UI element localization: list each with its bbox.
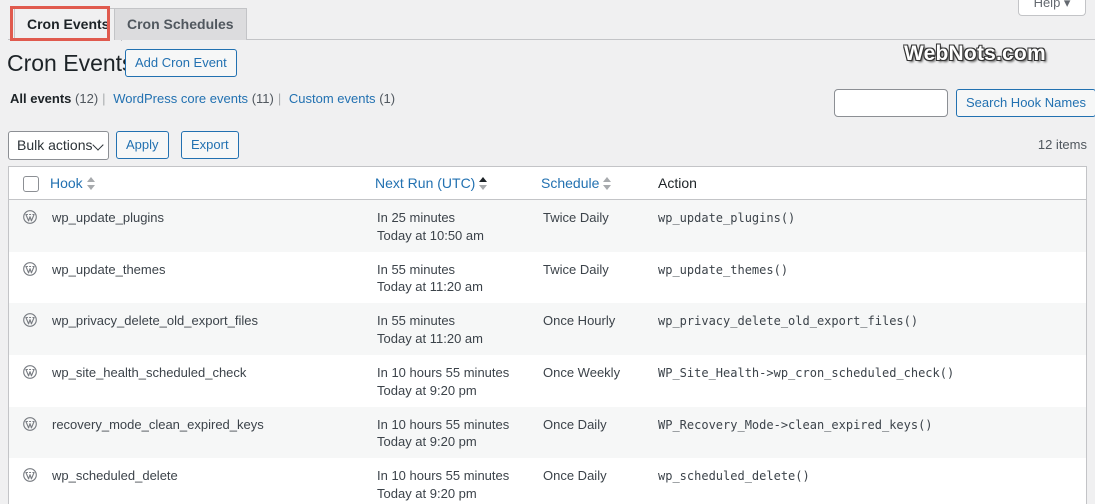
wordpress-icon bbox=[23, 261, 37, 276]
search-input[interactable] bbox=[834, 89, 948, 117]
hook-name: wp_privacy_delete_old_export_files bbox=[52, 313, 258, 329]
schedule: Twice Daily bbox=[543, 210, 609, 225]
action-callback: WP_Site_Health->wp_cron_scheduled_check(… bbox=[658, 366, 955, 381]
table-row: wp_privacy_delete_old_export_files In 55… bbox=[9, 303, 1086, 356]
table-row: wp_site_health_scheduled_check In 10 hou… bbox=[9, 355, 1086, 407]
table-row: wp_update_plugins In 25 minutes Today at … bbox=[9, 200, 1086, 252]
select-all-checkbox[interactable] bbox=[23, 176, 39, 192]
wordpress-icon bbox=[23, 313, 37, 328]
search-hook-names-button[interactable]: Search Hook Names bbox=[956, 89, 1095, 117]
schedule: Once Daily bbox=[543, 416, 607, 432]
export-button[interactable]: Export bbox=[181, 131, 239, 159]
hook-name: recovery_mode_clean_expired_keys bbox=[52, 416, 264, 432]
wordpress-icon bbox=[23, 210, 37, 224]
action-callback: wp_update_plugins() bbox=[658, 211, 796, 225]
bulk-actions-value: Bulk actions bbox=[17, 137, 93, 153]
tab-bar: Cron Events Cron Schedules bbox=[8, 6, 1095, 41]
apply-button[interactable]: Apply bbox=[116, 131, 169, 159]
filter-all-count: (12) bbox=[75, 91, 99, 106]
filter-links: All events (12) | WordPress core events (… bbox=[10, 91, 395, 106]
next-run: In 55 minutes Today at 11:20 am bbox=[377, 313, 483, 346]
hook-name: wp_scheduled_delete bbox=[52, 468, 178, 484]
filter-separator: | bbox=[277, 91, 282, 106]
page-title: Cron Events bbox=[7, 50, 134, 76]
column-next-run[interactable]: Next Run (UTC) bbox=[375, 175, 488, 191]
wordpress-icon bbox=[23, 416, 37, 431]
watermark-logo: WebNots.com bbox=[904, 42, 1046, 65]
action-callback: wp_privacy_delete_old_export_files() bbox=[658, 314, 919, 329]
table-header: Hook Next Run (UTC) Schedule Action bbox=[9, 167, 1086, 200]
action-callback: wp_scheduled_delete() bbox=[658, 469, 810, 484]
column-hook[interactable]: Hook bbox=[50, 175, 95, 191]
filter-custom-count: (1) bbox=[379, 91, 396, 106]
action-callback: WP_Recovery_Mode->clean_expired_keys() bbox=[658, 417, 933, 432]
chevron-down-icon bbox=[92, 139, 104, 151]
tab-cron-schedules[interactable]: Cron Schedules bbox=[114, 8, 247, 40]
schedule: Once Daily bbox=[543, 468, 607, 484]
column-action: Action bbox=[658, 175, 697, 191]
filter-core[interactable]: WordPress core events bbox=[113, 91, 248, 106]
tab-highlight-frame bbox=[10, 6, 110, 41]
action-callback: wp_update_themes() bbox=[658, 262, 789, 277]
sort-asc-icon bbox=[479, 177, 488, 191]
wordpress-icon bbox=[23, 468, 37, 483]
schedule: Once Hourly bbox=[543, 313, 616, 329]
table-row: wp_update_themes In 55 minutes Today at 1… bbox=[9, 252, 1086, 304]
next-run: In 25 minutes Today at 10:50 am bbox=[377, 210, 484, 243]
filter-core-count: (11) bbox=[251, 91, 274, 106]
cron-events-table: Hook Next Run (UTC) Schedule Action wp_u… bbox=[8, 166, 1087, 504]
schedule: Twice Daily bbox=[543, 261, 609, 277]
items-count: 12 items bbox=[1037, 137, 1087, 152]
next-run: In 10 hours 55 minutes Today at 9:20 pm bbox=[377, 416, 510, 450]
hook-name: wp_update_plugins bbox=[52, 210, 165, 225]
schedule: Once Weekly bbox=[543, 365, 621, 381]
table-row: recovery_mode_clean_expired_keys In 10 h… bbox=[9, 406, 1086, 459]
help-button[interactable]: Help ▾ bbox=[1018, 0, 1086, 16]
filter-custom[interactable]: Custom events bbox=[289, 91, 376, 106]
hook-name: wp_update_themes bbox=[52, 261, 166, 277]
bulk-actions-select[interactable]: Bulk actions bbox=[8, 131, 109, 160]
add-cron-event-button[interactable]: Add Cron Event bbox=[125, 49, 237, 77]
next-run: In 10 hours 55 minutes Today at 9:20 pm bbox=[377, 468, 510, 501]
column-schedule[interactable]: Schedule bbox=[541, 175, 612, 191]
table-row: wp_scheduled_delete In 10 hours 55 minut… bbox=[9, 458, 1086, 504]
next-run: In 55 minutes Today at 11:20 am bbox=[377, 261, 483, 295]
hook-name: wp_site_health_scheduled_check bbox=[52, 365, 247, 381]
sort-icon bbox=[86, 177, 95, 191]
filter-separator: | bbox=[102, 91, 106, 106]
sort-icon bbox=[603, 177, 612, 191]
next-run: In 10 hours 55 minutes Today at 9:20 pm bbox=[377, 365, 510, 398]
filter-all[interactable]: All events bbox=[10, 91, 71, 106]
wordpress-icon bbox=[23, 365, 37, 379]
